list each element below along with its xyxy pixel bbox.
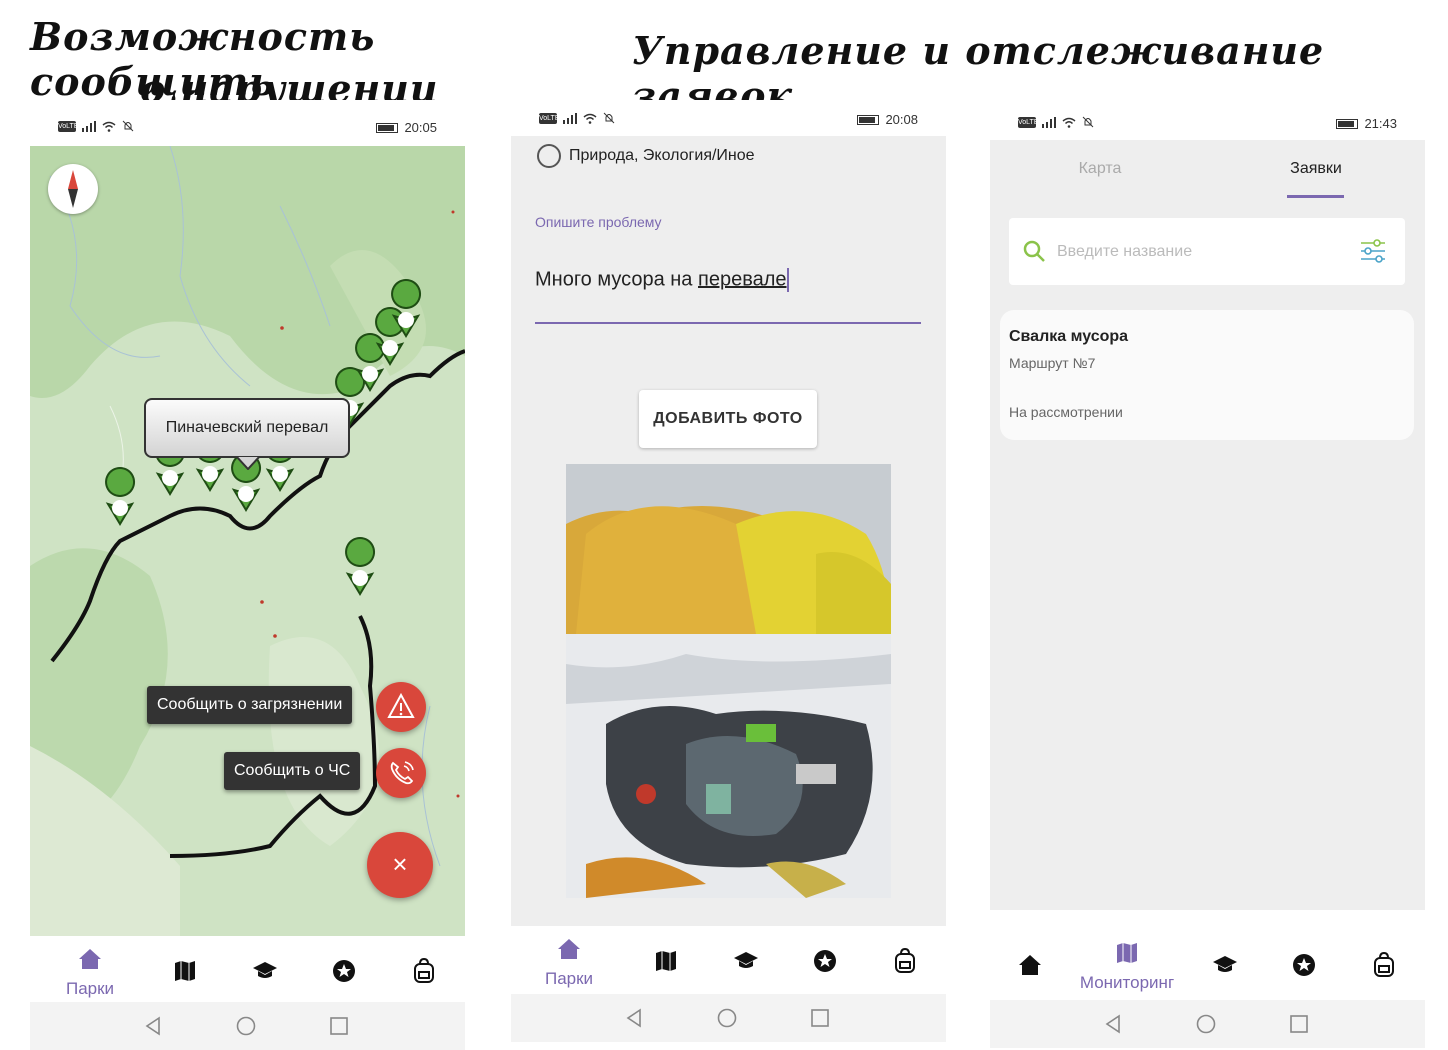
- nav-parks[interactable]: Парки: [541, 938, 597, 989]
- wifi-icon: [583, 113, 597, 124]
- volte-icon: VoLTE: [1018, 116, 1039, 128]
- map-icon: [1117, 943, 1137, 963]
- map-icon[interactable]: [174, 960, 196, 982]
- battery-icon: [857, 114, 880, 125]
- description-input[interactable]: Много мусора на перевале: [535, 268, 789, 292]
- category-radio[interactable]: [537, 144, 561, 168]
- pass-tooltip-label: Пиначевский перевал: [165, 419, 329, 436]
- report-emergency-label[interactable]: Сообщить о ЧС: [224, 752, 361, 790]
- report-pollution-label[interactable]: Сообщить о загрязнении: [147, 686, 353, 724]
- phone-monitoring-screen: VoLTE 21:43 Карта Заявки Введите названи…: [990, 100, 1425, 1050]
- pins-layer: [105, 279, 422, 596]
- graduation-cap-icon[interactable]: [733, 950, 759, 972]
- graduation-cap-icon[interactable]: [252, 960, 278, 982]
- nav-monitoring[interactable]: Мониторинг: [1076, 942, 1178, 993]
- search-icon: [1023, 240, 1045, 262]
- tab-requests[interactable]: Заявки: [1276, 160, 1356, 178]
- input-underline: [535, 322, 921, 324]
- describe-label: Опишите проблему: [535, 214, 662, 230]
- tab-map[interactable]: Карта: [1060, 160, 1140, 178]
- star-badge-icon[interactable]: [813, 949, 837, 973]
- map-view[interactable]: Пиначевский перевал Сообщить о загрязнен…: [30, 146, 465, 936]
- request-title: Свалка мусора: [1009, 328, 1129, 345]
- close-icon: ×: [392, 849, 408, 879]
- photo-image: [566, 464, 891, 898]
- volte-icon: VoLTE: [58, 120, 79, 132]
- phone-call-icon: [390, 761, 414, 785]
- map-icon[interactable]: [655, 950, 677, 972]
- bottom-nav: Парки: [511, 926, 946, 996]
- recents-icon[interactable]: [810, 1008, 830, 1028]
- star-badge-icon[interactable]: [1292, 953, 1316, 977]
- status-time: 20:05: [404, 120, 437, 135]
- recents-icon[interactable]: [329, 1016, 349, 1036]
- wifi-icon: [1062, 117, 1076, 128]
- home-circle-icon[interactable]: [717, 1008, 737, 1028]
- mute-bell-icon: [122, 120, 134, 132]
- nav-parks-label: Парки: [65, 979, 115, 998]
- system-nav-bar: [990, 1000, 1425, 1048]
- phone-report-form-screen: VoLTE 20:08 Природа, Экология/Иное Опиши…: [511, 100, 946, 1050]
- status-time: 20:08: [885, 112, 918, 127]
- star-badge-icon[interactable]: [332, 959, 356, 983]
- filter-sliders-icon[interactable]: [1359, 238, 1387, 264]
- bottom-nav: Мониторинг: [990, 930, 1425, 1000]
- compass-icon[interactable]: [48, 164, 98, 214]
- add-photo-button[interactable]: ДОБАВИТЬ ФОТО: [639, 390, 817, 448]
- attached-photo[interactable]: [566, 464, 891, 898]
- category-label: Природа, Экология/Иное: [569, 147, 755, 164]
- status-bar: VoLTE 20:05: [30, 100, 465, 146]
- report-emergency-button[interactable]: [376, 748, 426, 798]
- search-bar[interactable]: Введите название: [1009, 218, 1405, 285]
- recents-icon[interactable]: [1289, 1014, 1309, 1034]
- status-time: 21:43: [1364, 116, 1397, 131]
- warning-icon: [387, 692, 415, 718]
- phone-map-screen: VoLTE 20:05 Пиначевский перевал Сообщить…: [30, 100, 465, 1050]
- active-tab-indicator: [1287, 195, 1344, 198]
- home-circle-icon[interactable]: [1196, 1014, 1216, 1034]
- request-route: Маршрут №7: [1009, 355, 1096, 371]
- nav-parks[interactable]: Парки: [62, 948, 118, 999]
- home-icon: [558, 939, 580, 959]
- wifi-icon: [102, 121, 116, 132]
- bottom-nav: Парки: [30, 936, 465, 1006]
- signal-icon: [82, 120, 96, 132]
- monitoring-content: Карта Заявки Введите название Свалка мус…: [990, 140, 1425, 910]
- search-input[interactable]: Введите название: [1057, 243, 1192, 261]
- back-icon[interactable]: [1104, 1014, 1124, 1034]
- close-menu-button[interactable]: ×: [367, 832, 433, 898]
- backpack-icon[interactable]: [1372, 952, 1396, 978]
- graduation-cap-icon[interactable]: [1212, 954, 1238, 976]
- backpack-icon[interactable]: [412, 958, 436, 984]
- system-nav-bar: [511, 994, 946, 1042]
- mute-bell-icon: [1082, 116, 1094, 128]
- home-icon[interactable]: [1018, 954, 1042, 976]
- request-status: На рассмотрении: [1009, 404, 1123, 420]
- text-cursor: [786, 268, 789, 292]
- system-nav-bar: [30, 1002, 465, 1050]
- status-bar: VoLTE 20:08: [511, 100, 946, 136]
- volte-icon: VoLTE: [539, 112, 560, 124]
- nav-parks-label: Парки: [544, 969, 594, 988]
- mute-bell-icon: [603, 112, 615, 124]
- report-pollution-button[interactable]: [376, 682, 426, 732]
- battery-icon: [1336, 118, 1359, 129]
- request-card[interactable]: Свалка мусора Маршрут №7 На рассмотрении: [1000, 310, 1414, 440]
- home-circle-icon[interactable]: [236, 1016, 256, 1036]
- signal-icon: [1042, 116, 1056, 128]
- nav-monitoring-label: Мониторинг: [1079, 973, 1175, 992]
- report-form: Природа, Экология/Иное Опишите проблему …: [511, 136, 946, 926]
- home-icon: [79, 949, 101, 969]
- signal-icon: [563, 112, 577, 124]
- tooltip-pointer: [236, 456, 260, 470]
- back-icon[interactable]: [625, 1008, 645, 1028]
- back-icon[interactable]: [144, 1016, 164, 1036]
- status-bar: VoLTE 21:43: [990, 100, 1425, 140]
- description-marked-word: перевале: [698, 268, 787, 291]
- backpack-icon[interactable]: [893, 948, 917, 974]
- description-text: Много мусора на: [535, 268, 698, 291]
- pass-tooltip[interactable]: Пиначевский перевал: [144, 398, 350, 458]
- battery-icon: [376, 122, 399, 133]
